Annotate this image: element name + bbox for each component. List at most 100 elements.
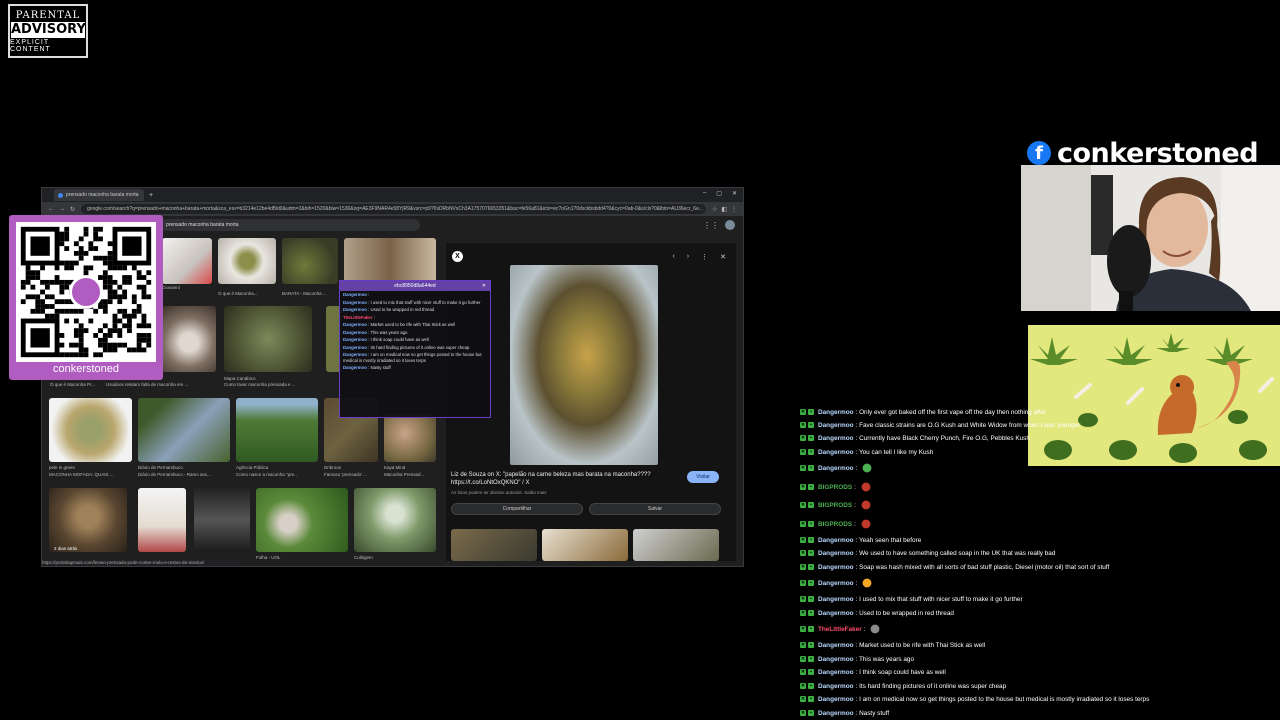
- image-result[interactable]: [256, 488, 348, 552]
- address-bar[interactable]: google.com/search?q=prensado+maconha+bar…: [81, 204, 706, 214]
- chat-popup-username[interactable]: Dangermoo: [343, 337, 367, 342]
- chat-popup-message: Dangermoo : Its hard finding pictures of…: [340, 344, 490, 352]
- qr-module: [30, 275, 36, 280]
- qr-module: [141, 294, 147, 300]
- qr-module: [122, 308, 128, 314]
- close-window-icon[interactable]: ✕: [732, 190, 737, 197]
- menu-dots-icon[interactable]: ⋮: [731, 206, 737, 213]
- close-preview-icon[interactable]: ✕: [720, 253, 726, 261]
- chat-username[interactable]: Dangermoo: [818, 669, 854, 676]
- close-popup-icon[interactable]: ✕: [482, 281, 486, 291]
- chat-username[interactable]: BIGPRODS: [818, 484, 852, 491]
- qr-module: [131, 299, 137, 305]
- qr-module: [141, 284, 147, 290]
- reload-icon[interactable]: ↻: [70, 206, 75, 213]
- chat-username[interactable]: Dangermoo: [818, 435, 854, 442]
- share-button[interactable]: Compartilhar: [451, 503, 583, 515]
- image-result[interactable]: [224, 306, 312, 372]
- maximize-icon[interactable]: ▢: [716, 190, 722, 197]
- qr-module: [59, 342, 65, 348]
- minimize-icon[interactable]: –: [703, 190, 706, 197]
- qr-module: [59, 333, 65, 338]
- chat-username[interactable]: Dangermoo: [818, 422, 854, 429]
- chat-popup-username[interactable]: TheLittleFaker: [343, 315, 372, 320]
- chat-popup-username[interactable]: Dangermoo: [343, 322, 367, 327]
- image-result[interactable]: [354, 488, 436, 552]
- badge-x-icon: ✕: [800, 610, 806, 616]
- chat-username[interactable]: Dangermoo: [818, 580, 854, 587]
- preview-image[interactable]: [510, 265, 658, 465]
- related-image[interactable]: [542, 529, 628, 561]
- apps-grid-icon[interactable]: ⋮⋮: [703, 221, 719, 230]
- google-search-input[interactable]: prensado maconha barata morta: [160, 219, 420, 231]
- back-icon[interactable]: ←: [48, 206, 54, 213]
- chat-username[interactable]: BIGPRODS: [818, 502, 852, 509]
- image-result[interactable]: [384, 414, 436, 462]
- image-result[interactable]: [236, 398, 318, 462]
- chat-username[interactable]: Dangermoo: [818, 696, 854, 703]
- image-result[interactable]: [344, 238, 436, 284]
- chat-username[interactable]: TheLittleFaker: [818, 626, 862, 633]
- visit-button[interactable]: Visitar: [687, 471, 719, 483]
- qr-module: [35, 299, 41, 305]
- chat-username[interactable]: Dangermoo: [818, 564, 854, 571]
- chat-username[interactable]: Dangermoo: [818, 596, 854, 603]
- image-result[interactable]: [138, 488, 186, 552]
- chat-popup-username[interactable]: Dangermoo: [343, 365, 367, 370]
- image-result[interactable]: [138, 398, 230, 462]
- qr-module: [98, 226, 103, 232]
- qr-module: [141, 289, 147, 295]
- image-result[interactable]: [218, 238, 276, 284]
- image-result[interactable]: [49, 488, 127, 552]
- chat-username[interactable]: Dangermoo: [818, 409, 854, 416]
- save-button[interactable]: Salvar: [589, 503, 721, 515]
- qr-module: [69, 265, 74, 271]
- chat-popup-username[interactable]: Dangermoo: [343, 345, 367, 350]
- image-result[interactable]: [282, 238, 338, 284]
- more-options-icon[interactable]: ⋮: [701, 253, 708, 261]
- chat-username[interactable]: Dangermoo: [818, 550, 854, 557]
- qr-module: [78, 236, 84, 242]
- related-image[interactable]: [633, 529, 719, 561]
- badge-b-icon: ▪: [808, 502, 814, 508]
- chat-username[interactable]: Dangermoo: [818, 656, 854, 663]
- google-favicon-icon: [58, 192, 63, 198]
- qr-module: [127, 275, 132, 280]
- chat-popup-username[interactable]: Dangermoo: [343, 352, 367, 357]
- chat-username[interactable]: Dangermoo: [818, 683, 854, 690]
- chat-username[interactable]: Dangermoo: [818, 465, 854, 472]
- qr-module: [136, 337, 142, 343]
- forward-icon[interactable]: →: [59, 206, 65, 213]
- preview-title[interactable]: Liz de Souza on X: "papelão na carne bel…: [451, 471, 671, 487]
- extensions-icon[interactable]: ◧: [721, 206, 727, 213]
- chat-username[interactable]: Dangermoo: [818, 642, 854, 649]
- next-image-icon[interactable]: ›: [687, 253, 689, 261]
- qr-module: [59, 352, 65, 358]
- image-result-caption: Giovanni: [162, 285, 180, 290]
- image-result[interactable]: [49, 398, 132, 462]
- image-result[interactable]: [162, 238, 212, 284]
- chat-popup-username[interactable]: Dangermoo: [343, 292, 367, 297]
- chat-username[interactable]: Dangermoo: [818, 449, 854, 456]
- chat-username[interactable]: Dangermoo: [818, 710, 854, 717]
- advisory-line2: ADVISORY: [11, 21, 86, 38]
- badge-x-icon: ✕: [800, 683, 806, 689]
- chat-username[interactable]: BIGPRODS: [818, 521, 852, 528]
- chat-popup-username[interactable]: Dangermoo: [343, 300, 367, 305]
- chat-username[interactable]: Dangermoo: [818, 610, 854, 617]
- related-image[interactable]: [451, 529, 537, 561]
- account-avatar[interactable]: [725, 220, 735, 230]
- chat-popup-username[interactable]: Dangermoo: [343, 330, 367, 335]
- prev-image-icon[interactable]: ‹: [672, 253, 674, 261]
- chat-message: ✕ ▪ Dangermoo:: [800, 462, 875, 474]
- browser-tab[interactable]: prensado maconha barata morta: [54, 189, 144, 201]
- bookmark-star-icon[interactable]: ☆: [712, 206, 717, 213]
- qr-module: [73, 333, 79, 338]
- chat-username[interactable]: Dangermoo: [818, 537, 854, 544]
- chat-popup-username[interactable]: Dangermoo: [343, 307, 367, 312]
- image-result[interactable]: [194, 488, 250, 552]
- qr-module: [44, 284, 50, 290]
- qr-module: [146, 270, 152, 276]
- new-tab-icon[interactable]: +: [149, 192, 153, 199]
- image-result[interactable]: [162, 306, 216, 372]
